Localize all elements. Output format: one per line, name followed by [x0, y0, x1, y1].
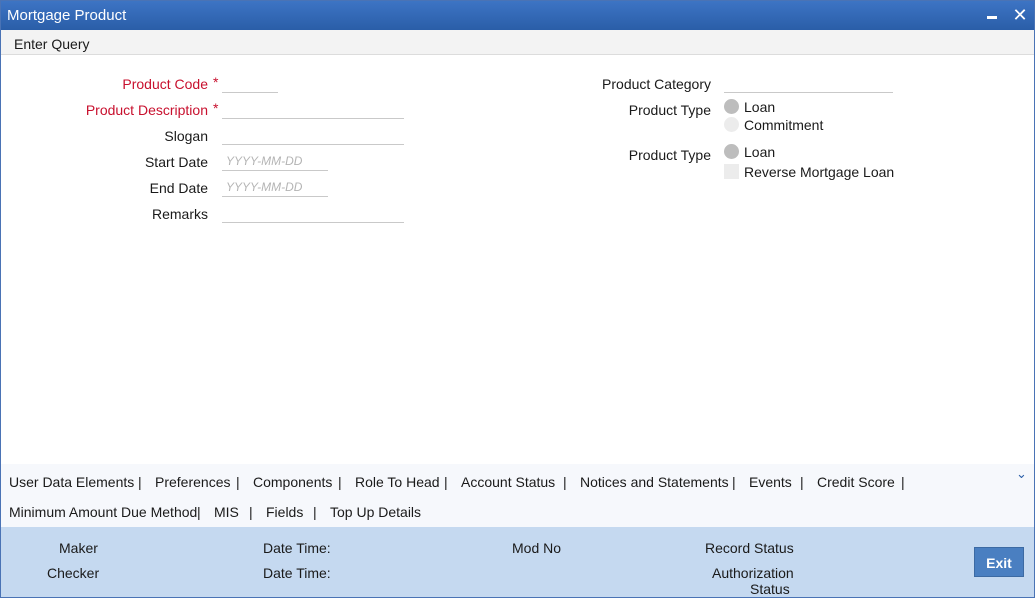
tab-separator: | [138, 474, 142, 490]
tab-user-data-elements[interactable]: User Data Elements [9, 474, 134, 490]
tab-separator: | [313, 504, 317, 520]
toolbar: Enter Query [1, 30, 1034, 55]
tab-separator: | [197, 504, 201, 520]
product-code-required-mark: * [213, 74, 219, 90]
product-code-input[interactable] [222, 73, 278, 93]
audit-footer: Maker Checker Date Time: Date Time: Mod … [1, 527, 1034, 597]
tab-separator: | [338, 474, 342, 490]
tab-role-to-head[interactable]: Role To Head [355, 474, 440, 490]
remarks-input[interactable] [222, 203, 404, 223]
product-type-label: Product Type [628, 102, 711, 118]
maker-label: Maker [59, 540, 98, 556]
tab-credit-score[interactable]: Credit Score [817, 474, 895, 490]
loan-radio-2-label: Loan [744, 144, 776, 160]
tab-separator: | [732, 474, 736, 490]
tab-separator: | [236, 474, 240, 490]
maker-date-time-label: Date Time: [263, 540, 331, 556]
product-code-label: Product Code [122, 76, 208, 92]
tab-top-up-details[interactable]: Top Up Details [330, 504, 421, 520]
checker-label: Checker [47, 565, 100, 581]
enter-query-button[interactable]: Enter Query [14, 36, 89, 52]
subsystem-tabs: ⌄ User Data Elements | Preferences | Com… [1, 464, 1034, 527]
tab-separator: | [800, 474, 804, 490]
minimize-icon[interactable] [981, 4, 1003, 26]
tab-fields[interactable]: Fields [266, 504, 303, 520]
tab-preferences[interactable]: Preferences [155, 474, 230, 490]
exit-button[interactable]: Exit [974, 547, 1024, 577]
start-date-input[interactable] [222, 151, 328, 171]
slogan-label: Slogan [164, 128, 208, 144]
close-icon[interactable]: ✕ [1009, 4, 1031, 26]
chevron-down-icon[interactable]: ⌄ [1016, 466, 1027, 482]
tab-account-status[interactable]: Account Status [461, 474, 555, 490]
tab-mis[interactable]: MIS [214, 504, 239, 520]
checker-date-time-label: Date Time: [263, 565, 331, 581]
product-description-required-mark: * [213, 100, 219, 116]
tab-separator: | [901, 474, 905, 490]
authorization-status-label-line1: Authorization [712, 565, 794, 581]
tab-minimum-amount-due-method[interactable]: Minimum Amount Due Method [9, 504, 197, 520]
loan-radio-label: Loan [744, 99, 776, 115]
tab-notices-and-statements[interactable]: Notices and Statements [580, 474, 729, 490]
tab-separator: | [563, 474, 567, 490]
product-category-input[interactable] [724, 73, 893, 93]
authorization-status-label-line2: Status [750, 581, 790, 597]
tab-components[interactable]: Components [253, 474, 332, 490]
remarks-label: Remarks [151, 206, 208, 222]
product-description-label: Product Description [85, 102, 208, 118]
product-type-label-2: Product Type [628, 147, 711, 163]
title-bar: Mortgage Product ✕ [1, 1, 1034, 30]
reverse-mortgage-loan-label: Reverse Mortgage Loan [744, 164, 895, 180]
tab-events[interactable]: Events [749, 474, 792, 490]
tab-separator: | [444, 474, 448, 490]
end-date-input[interactable] [222, 177, 328, 197]
commitment-radio-label: Commitment [744, 117, 824, 133]
loan-radio[interactable] [724, 99, 739, 114]
commitment-radio[interactable] [724, 117, 739, 132]
tab-separator: | [249, 504, 253, 520]
mod-no-label: Mod No [512, 540, 562, 556]
slogan-input[interactable] [222, 125, 404, 145]
reverse-mortgage-loan-checkbox[interactable] [724, 164, 739, 179]
mortgage-product-window: Mortgage Product ✕ Enter Query Product C… [0, 0, 1035, 598]
start-date-label: Start Date [144, 154, 208, 170]
loan-radio-2[interactable] [724, 144, 739, 159]
product-description-input[interactable] [222, 99, 404, 119]
end-date-label: End Date [149, 180, 208, 196]
record-status-label: Record Status [705, 540, 794, 556]
window-title: Mortgage Product [7, 7, 127, 24]
product-category-label: Product Category [602, 76, 711, 92]
